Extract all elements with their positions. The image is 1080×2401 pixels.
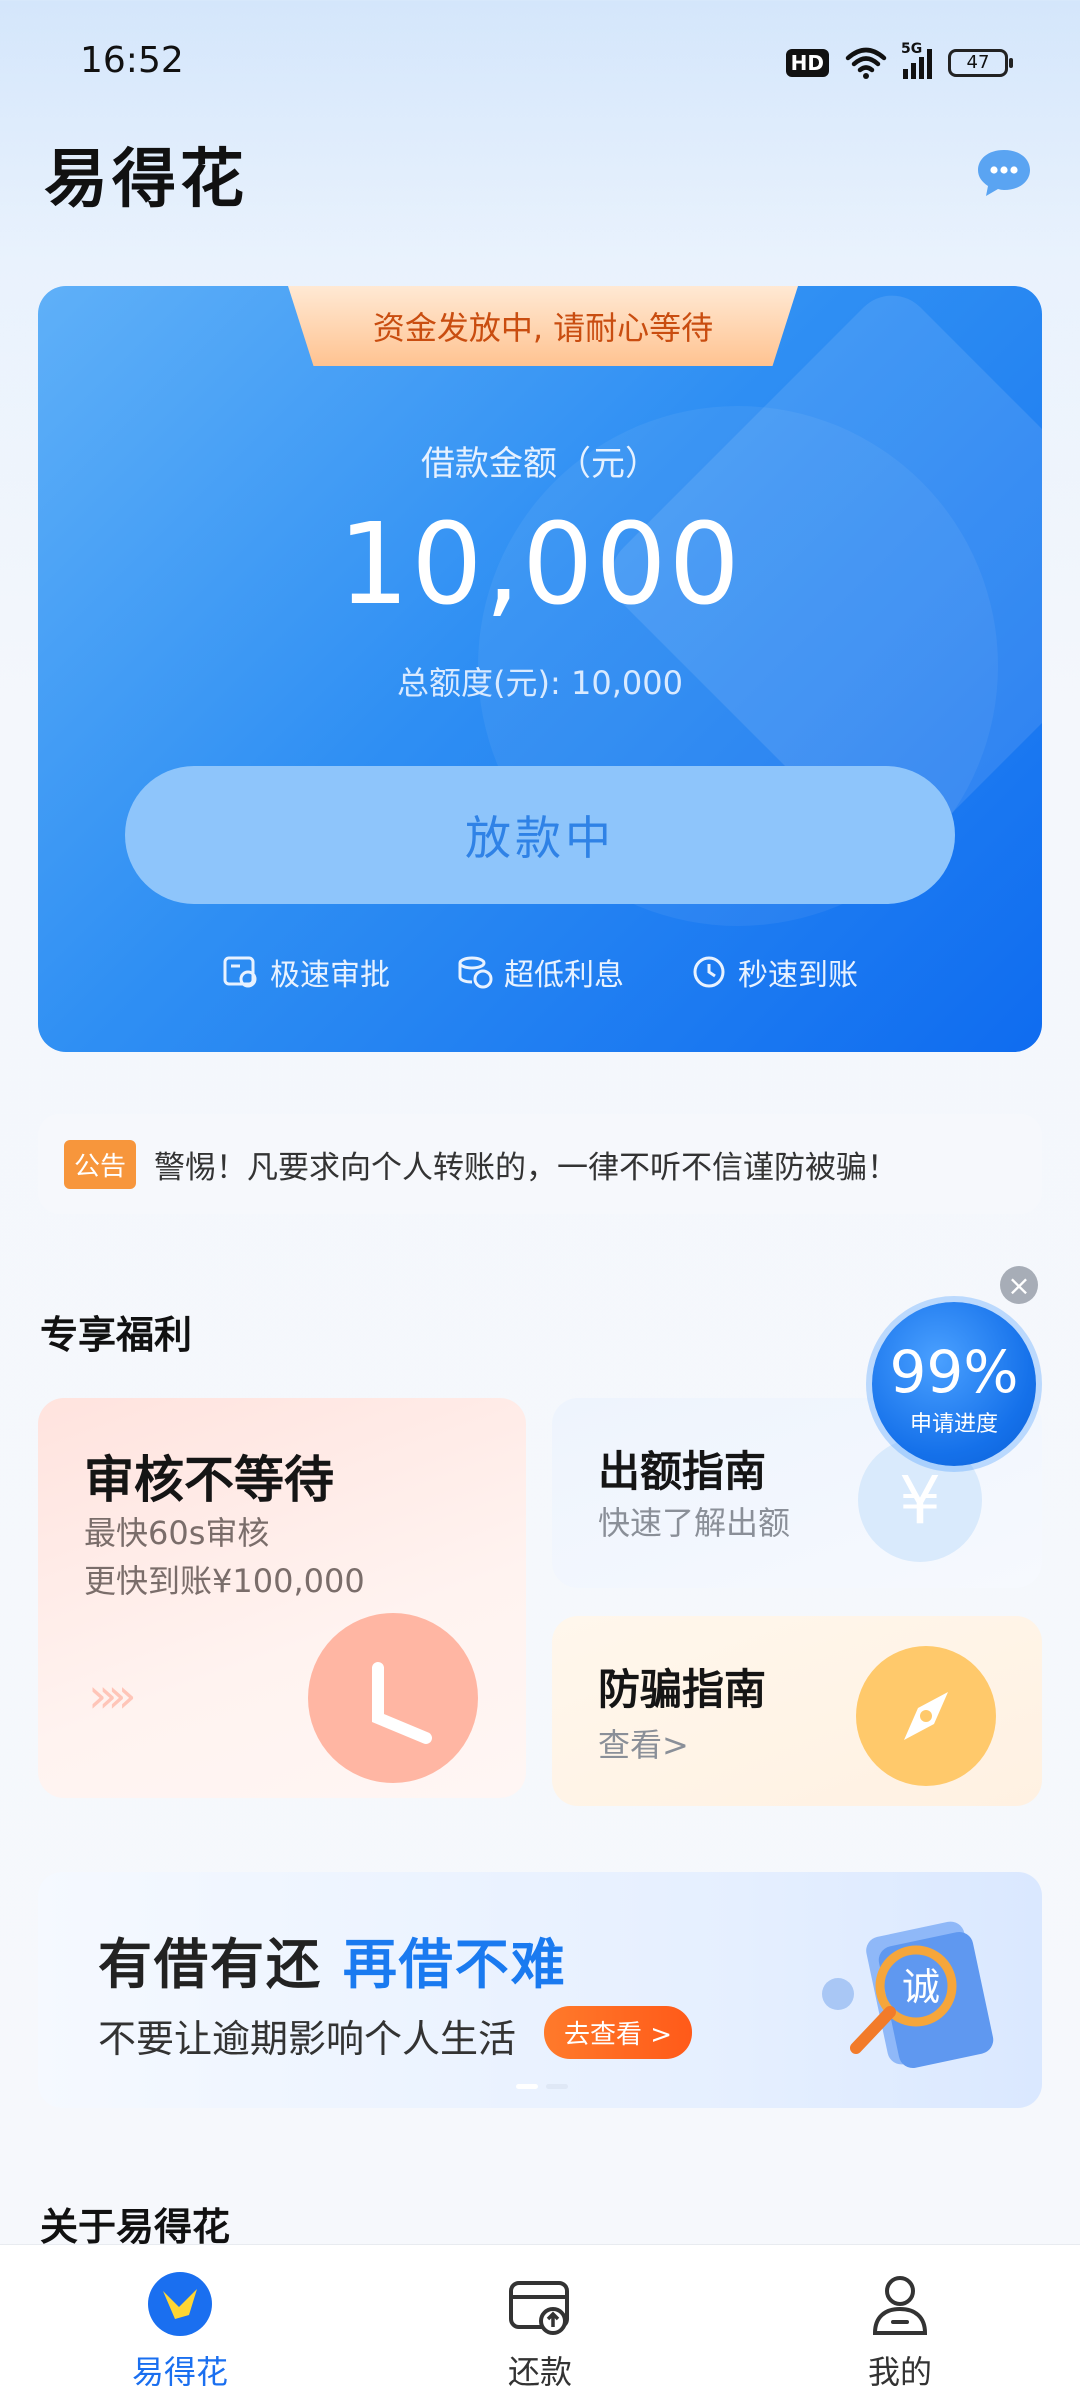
card-link[interactable]: 查看> <box>598 1720 689 1766</box>
status-icons: HD 5G 47 <box>785 40 1013 86</box>
wifi-icon <box>845 47 887 79</box>
coins-icon <box>458 956 493 989</box>
disbursing-button[interactable]: 放款中 <box>125 766 955 904</box>
banner-title-dark: 有借有还 <box>98 1933 322 1996</box>
bottom-navigation: 易得花 还款 我的 <box>0 2244 1080 2401</box>
battery-icon: 47 <box>948 49 1013 77</box>
feature-low-interest: 超低利息 <box>456 950 624 994</box>
card-title: 出额指南 <box>598 1447 767 1496</box>
wallet-icon <box>509 2281 569 2335</box>
chevrons-icon: »» <box>88 1668 137 1724</box>
magnifier-illustration-icon: 诚 <box>822 1921 994 2069</box>
banner-subtitle: 不要让逾期影响个人生活 <box>98 2017 517 2061</box>
loan-amount-value: 10,000 <box>338 500 742 630</box>
chat-icon[interactable] <box>974 146 1034 198</box>
loan-card: 资金发放中, 请耐心等待 借款金额（元） 10,000 总额度(元): 10,0… <box>38 286 1042 1052</box>
feature-label: 秒速到账 <box>738 958 858 993</box>
feature-label: 超低利息 <box>504 958 624 993</box>
close-icon[interactable]: × <box>1000 1266 1038 1304</box>
announcement-text: 警惕！凡要求向个人转账的，一律不听不信谨防被骗！ <box>154 1149 899 1186</box>
banner-title-blue: 再借不难 <box>342 1933 567 1996</box>
status-time: 16:52 <box>80 40 184 81</box>
card-subtitle: 最快60s审核 <box>84 1514 270 1552</box>
feature-list: 极速审批 超低利息 秒速到账 <box>38 950 1042 994</box>
section-title-welfare: 专享福利 <box>40 1313 193 1357</box>
disbursement-notice-tab: 资金发放中, 请耐心等待 <box>288 286 798 366</box>
card-title: 审核不等待 <box>84 1451 334 1509</box>
total-limit: 总额度(元): 10,000 <box>397 664 683 702</box>
tab-home[interactable]: 易得花 <box>0 2245 360 2401</box>
loan-amount-label: 借款金额（元） <box>421 444 659 484</box>
home-logo-icon <box>148 2272 212 2336</box>
banner-view-button[interactable]: 去查看 > <box>544 2006 693 2059</box>
approval-icon <box>223 956 257 988</box>
app-title: 易得花 <box>44 143 248 217</box>
hd-badge: HD <box>785 49 829 77</box>
banner-title: 有借有还 再借不难 <box>98 1920 567 1999</box>
signal-icon: 5G <box>901 41 932 79</box>
application-progress-badge[interactable]: 99% 申请进度 <box>872 1302 1036 1466</box>
tab-profile[interactable]: 我的 <box>720 2245 1080 2401</box>
section-title-about: 关于易得花 <box>40 2205 231 2249</box>
tab-label: 易得花 <box>131 2353 228 2391</box>
tab-label: 我的 <box>867 2353 932 2391</box>
illustration-text: 诚 <box>902 1965 940 2009</box>
promo-banner[interactable]: 有借有还 再借不难 不要让逾期影响个人生活 去查看 > 诚 <box>38 1872 1042 2108</box>
tab-repay[interactable]: 还款 <box>360 2245 720 2401</box>
announcement-bar[interactable]: 公告 警惕！凡要求向个人转账的，一律不听不信谨防被骗！ <box>38 1114 1042 1214</box>
feature-instant-arrival: 秒速到账 <box>690 950 858 994</box>
feature-label: 极速审批 <box>270 958 390 993</box>
clock-icon <box>693 956 725 988</box>
clock-illustration-icon <box>308 1613 478 1783</box>
compass-icon <box>856 1646 996 1786</box>
feature-fast-approval: 极速审批 <box>222 950 390 994</box>
carousel-indicator <box>516 2084 568 2089</box>
card-subtitle: 快速了解出额 <box>598 1504 791 1542</box>
card-subtitle: 更快到账¥100,000 <box>84 1562 365 1600</box>
tab-label: 还款 <box>507 2353 572 2391</box>
user-icon <box>872 2276 928 2335</box>
progress-percent: 99% <box>889 1338 1019 1406</box>
network-type: 5G <box>901 41 923 57</box>
anti-fraud-guide-card[interactable]: 防骗指南 查看> <box>552 1616 1042 1806</box>
announcement-tag: 公告 <box>64 1139 137 1189</box>
card-title: 防骗指南 <box>598 1665 767 1714</box>
progress-label: 申请进度 <box>909 1412 998 1437</box>
fast-review-card[interactable]: 审核不等待 最快60s审核 更快到账¥100,000 »» <box>38 1398 526 1798</box>
